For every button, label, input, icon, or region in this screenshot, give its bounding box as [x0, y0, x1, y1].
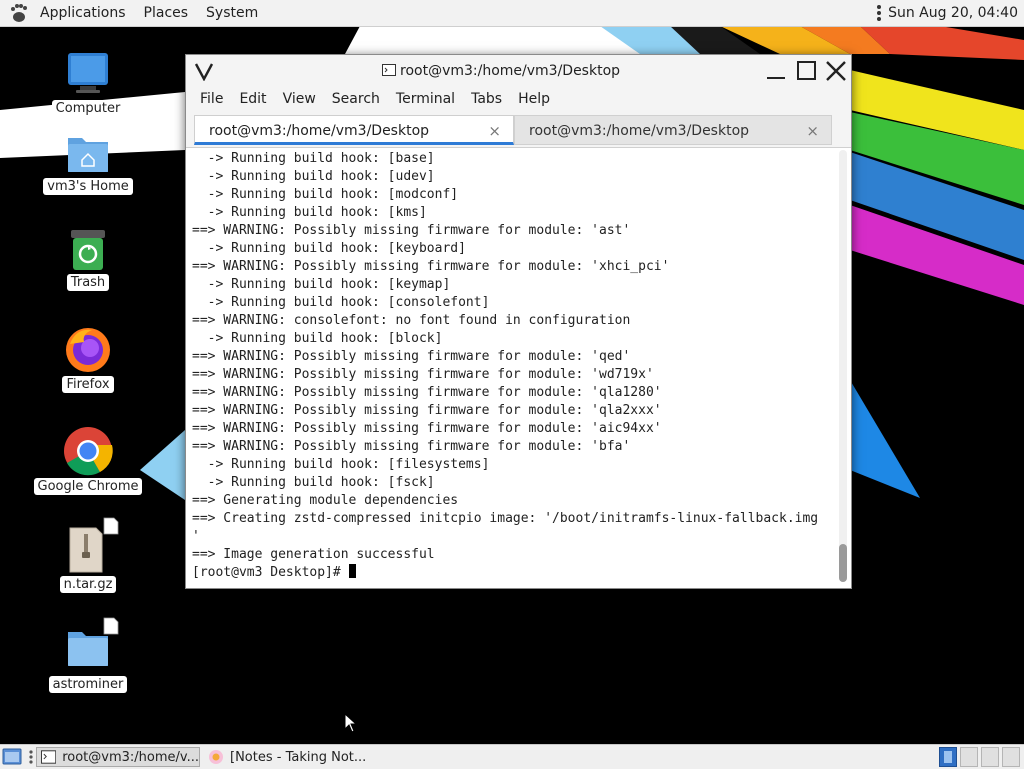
taskbar-item-label: root@vm3:/home/v...: [62, 749, 199, 765]
bottom-panel: root@vm3:/home/v... [Notes - Taking Not.…: [0, 744, 1024, 769]
workspace-1[interactable]: [939, 747, 957, 767]
notes-app-icon: [209, 750, 223, 764]
desktop-icon-home[interactable]: vm3's Home: [33, 130, 143, 195]
close-button[interactable]: [824, 59, 848, 83]
terminal-tab-2[interactable]: root@vm3:/home/vm3/Desktop ×: [514, 115, 832, 145]
terminal-scrollbar[interactable]: [839, 150, 847, 582]
scrollbar-thumb[interactable]: [839, 544, 847, 582]
top-panel: Applications Places System Sun Aug 20, 0…: [0, 0, 1024, 27]
desktop-icon-astrominer[interactable]: astrominer: [33, 616, 143, 693]
shell-prompt: [root@vm3 Desktop]#: [192, 565, 349, 580]
tab-label: root@vm3:/home/vm3/Desktop: [529, 123, 750, 139]
menu-tabs[interactable]: Tabs: [457, 91, 510, 107]
firefox-icon: [66, 328, 110, 372]
terminal-tab-1[interactable]: root@vm3:/home/vm3/Desktop ×: [194, 115, 514, 145]
places-menu[interactable]: Places: [138, 5, 195, 21]
tab-close-icon[interactable]: ×: [488, 122, 501, 140]
home-folder-icon: [68, 138, 108, 172]
trash-icon: [71, 230, 105, 270]
overflow-menu-icon[interactable]: [876, 4, 882, 22]
terminal-icon: [382, 64, 396, 76]
clock[interactable]: Sun Aug 20, 04:40: [888, 5, 1018, 21]
desktop-icon-archive[interactable]: n.tar.gz: [33, 516, 143, 593]
terminal-icon: [41, 750, 57, 764]
desktop-icon-trash[interactable]: Trash: [33, 228, 143, 291]
terminal-window[interactable]: root@vm3:/home/vm3/Desktop File Edit Vie…: [185, 54, 852, 589]
taskbar-item-terminal[interactable]: root@vm3:/home/v...: [36, 747, 200, 767]
desktop-icon-label: n.tar.gz: [59, 576, 117, 593]
taskbar-item-notes[interactable]: [Notes - Taking Not...: [206, 747, 376, 767]
menu-search[interactable]: Search: [318, 91, 388, 107]
desktop-icon-label: vm3's Home: [43, 178, 133, 195]
folder-icon: [68, 617, 119, 666]
taskbar-item-label: [Notes - Taking Not...: [230, 749, 367, 765]
menu-help[interactable]: Help: [504, 91, 558, 107]
window-title: root@vm3:/home/vm3/Desktop: [400, 63, 621, 79]
window-menu-icon[interactable]: [194, 61, 214, 81]
desktop-icon-firefox[interactable]: Firefox: [33, 326, 143, 393]
terminal-menubar: File Edit View Search Terminal Tabs Help: [186, 87, 851, 111]
workspace-2[interactable]: [960, 747, 978, 767]
workspace-4[interactable]: [1002, 747, 1020, 767]
menu-view[interactable]: View: [269, 91, 324, 107]
desktop-icon-label: Computer: [51, 100, 125, 117]
desktop-icon-label: Firefox: [62, 376, 114, 393]
desktop-icon-label: Trash: [66, 274, 110, 291]
panel-handle-icon[interactable]: [28, 749, 34, 765]
menu-terminal[interactable]: Terminal: [382, 91, 463, 107]
menu-edit[interactable]: Edit: [225, 91, 274, 107]
terminal-lines: -> Running build hook: [base] -> Running…: [192, 151, 819, 562]
chrome-icon: [64, 427, 113, 476]
archive-icon: [69, 517, 119, 573]
computer-icon: [68, 53, 108, 93]
terminal-tabbar: root@vm3:/home/vm3/Desktop × root@vm3:/h…: [186, 111, 851, 148]
tab-close-icon[interactable]: ×: [806, 122, 819, 140]
tab-label: root@vm3:/home/vm3/Desktop: [209, 123, 430, 139]
gnome-foot-icon[interactable]: [8, 2, 30, 24]
terminal-output-area[interactable]: -> Running build hook: [base] -> Running…: [186, 148, 851, 588]
show-desktop-icon[interactable]: [2, 748, 22, 766]
desktop-icon-computer[interactable]: Computer: [33, 50, 143, 117]
window-titlebar[interactable]: root@vm3:/home/vm3/Desktop: [186, 55, 851, 87]
desktop-icon-label: Google Chrome: [33, 478, 143, 495]
text-cursor: [348, 564, 356, 578]
mouse-pointer-icon: [344, 713, 358, 733]
desktop-icon-chrome[interactable]: Google Chrome: [33, 426, 143, 495]
terminal-output: -> Running build hook: [base] -> Running…: [192, 150, 818, 582]
workspace-3[interactable]: [981, 747, 999, 767]
desktop-icon-label: astrominer: [48, 676, 128, 693]
maximize-button[interactable]: [795, 59, 819, 83]
minimize-button[interactable]: [765, 59, 789, 83]
system-menu[interactable]: System: [200, 5, 264, 21]
applications-menu[interactable]: Applications: [34, 5, 132, 21]
